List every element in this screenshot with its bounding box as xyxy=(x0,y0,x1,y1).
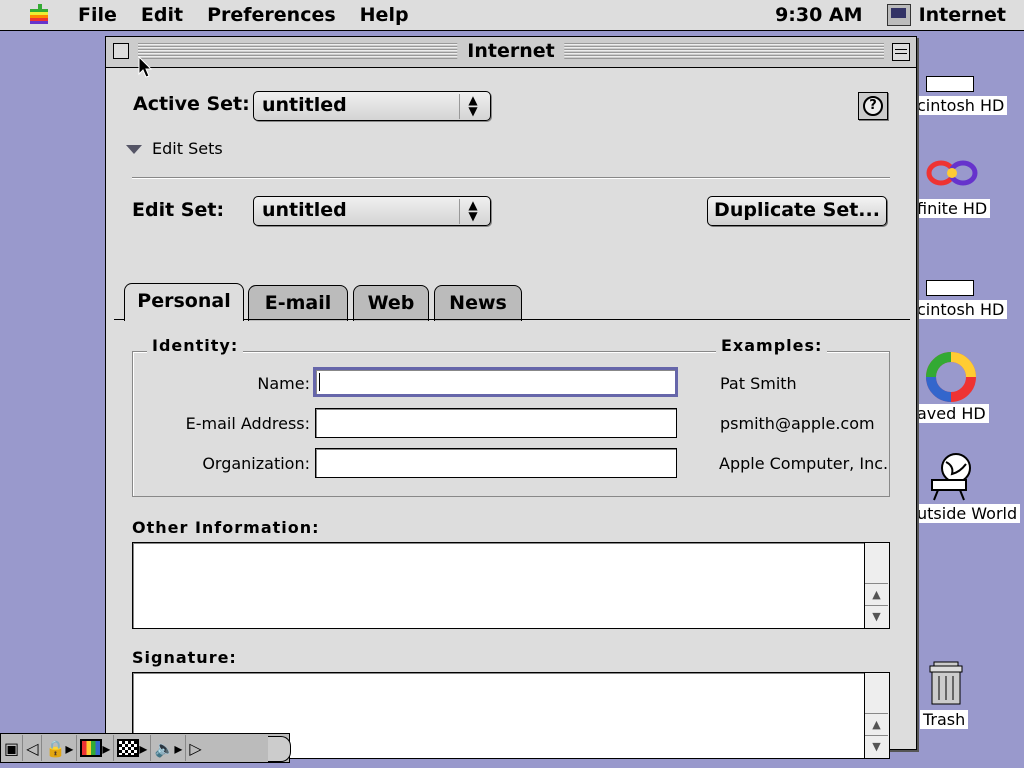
email-address-label: E-mail Address: xyxy=(185,414,310,433)
active-set-value: untitled xyxy=(262,94,347,116)
control-strip-collapse-icon[interactable]: ▣ xyxy=(1,735,24,761)
organization-example: Apple Computer, Inc. xyxy=(719,454,889,473)
help-button[interactable]: ? xyxy=(858,92,888,120)
desktop-icon-saved-hd[interactable]: aved HD xyxy=(914,352,1024,423)
email-address-field[interactable] xyxy=(315,408,677,438)
name-field[interactable] xyxy=(313,367,678,397)
sound-volume-icon[interactable]: 🔈▸ xyxy=(151,735,187,761)
scroll-down-arrow-icon[interactable]: ▼ xyxy=(865,605,888,628)
trash-icon xyxy=(929,661,963,705)
monitor-colors-icon[interactable]: ▸ xyxy=(77,735,115,761)
name-label: Name: xyxy=(257,374,310,393)
application-menu-label: Internet xyxy=(918,4,1006,26)
desktop-icon-label: finite HD xyxy=(914,199,991,218)
menu-preferences[interactable]: Preferences xyxy=(195,4,348,26)
internet-window: Internet Active Set: untitled ▲ ▼ ? Edit … xyxy=(105,36,917,759)
close-box-button[interactable] xyxy=(113,43,129,59)
section-divider xyxy=(132,177,890,179)
active-set-label: Active Set: xyxy=(133,93,250,115)
personal-tab-panel: Identity: Examples: Name: Pat Smith E-ma… xyxy=(114,319,910,759)
desktop-icon-macintosh-hd[interactable]: cintosh HD xyxy=(914,66,1024,116)
menu-bar: File Edit Preferences Help 9:30 AM Inter… xyxy=(0,0,1024,31)
window-title: Internet xyxy=(457,40,565,62)
tab-web[interactable]: Web xyxy=(353,285,429,321)
desktop-icon-infinite-hd[interactable]: finite HD xyxy=(914,155,1024,218)
infinite-disk-icon xyxy=(926,160,978,186)
tab-news[interactable]: News xyxy=(434,285,522,321)
edit-set-label: Edit Set: xyxy=(132,199,225,221)
window-content: Active Set: untitled ▲ ▼ ? Edit Sets Edit… xyxy=(106,68,916,759)
mouse-cursor-icon xyxy=(138,56,153,78)
name-example: Pat Smith xyxy=(720,374,797,393)
desktop-icon-label: aved HD xyxy=(914,404,989,423)
signature-label: Signature: xyxy=(132,648,237,667)
file-sharing-lock-icon[interactable]: 🔒▸ xyxy=(42,735,78,761)
edit-set-popup[interactable]: untitled ▲ ▼ xyxy=(253,196,491,226)
life-preserver-icon xyxy=(926,352,976,402)
other-information-scrollbar[interactable]: ▲ ▼ xyxy=(864,543,889,628)
identity-title: Identity: xyxy=(147,336,244,355)
edit-sets-disclosure[interactable]: Edit Sets xyxy=(126,139,223,158)
desktop-icon-macintosh-hd-2[interactable]: cintosh HD xyxy=(914,270,1024,320)
desktop-icon-label: cintosh HD xyxy=(914,300,1008,319)
collapse-box-button[interactable] xyxy=(892,43,910,61)
window-title-bar[interactable]: Internet xyxy=(106,37,916,68)
desktop-icon-label: utside World xyxy=(914,504,1021,523)
organization-field[interactable] xyxy=(315,448,677,478)
examples-title: Examples: xyxy=(716,336,828,355)
help-icon: ? xyxy=(863,96,883,116)
menu-edit[interactable]: Edit xyxy=(129,4,195,26)
other-information-label: Other Information: xyxy=(132,518,320,537)
control-strip-scroll-left-icon[interactable]: ◁ xyxy=(23,735,43,761)
duplicate-set-button[interactable]: Duplicate Set... xyxy=(707,196,887,226)
control-strip: ▣ ◁ 🔒▸ ▸ ▸ 🔈▸ ▷ xyxy=(0,733,290,763)
edit-sets-label: Edit Sets xyxy=(152,139,223,158)
application-menu[interactable]: Internet xyxy=(886,4,1006,26)
other-information-textarea[interactable]: ▲ ▼ xyxy=(132,542,890,629)
desktop-icon-trash[interactable]: Trash xyxy=(918,658,1024,729)
edit-set-value: untitled xyxy=(262,199,347,221)
scroll-up-arrow-icon[interactable]: ▲ xyxy=(865,583,888,606)
desktop-icon-label: Trash xyxy=(920,710,969,729)
tab-email[interactable]: E-mail xyxy=(248,285,348,321)
control-strip-tab[interactable] xyxy=(268,736,291,762)
menu-file[interactable]: File xyxy=(66,4,129,26)
monitor-resolution-icon[interactable]: ▸ xyxy=(114,735,152,761)
organization-label: Organization: xyxy=(202,454,310,473)
disclosure-triangle-icon xyxy=(126,145,142,154)
internet-app-icon xyxy=(886,4,911,26)
scroll-down-arrow-icon[interactable]: ▼ xyxy=(865,735,888,758)
menubar-clock[interactable]: 9:30 AM xyxy=(775,4,863,26)
menu-help[interactable]: Help xyxy=(348,4,421,26)
popup-arrows-icon: ▲ ▼ xyxy=(459,199,486,224)
popup-arrows-icon: ▲ ▼ xyxy=(459,94,486,119)
signature-scrollbar[interactable]: ▲ ▼ xyxy=(864,673,889,758)
scroll-up-arrow-icon[interactable]: ▲ xyxy=(865,713,888,736)
control-strip-scroll-right-icon[interactable]: ▷ xyxy=(186,735,204,761)
desktop-icon-label: cintosh HD xyxy=(914,96,1008,115)
outside-world-icon xyxy=(931,453,971,501)
desktop-icon-outside-world[interactable]: utside World xyxy=(914,452,1024,523)
email-example: psmith@apple.com xyxy=(720,414,875,433)
active-set-popup[interactable]: untitled ▲ ▼ xyxy=(253,91,491,121)
apple-menu-icon[interactable] xyxy=(26,4,52,26)
tab-personal[interactable]: Personal xyxy=(124,283,244,321)
